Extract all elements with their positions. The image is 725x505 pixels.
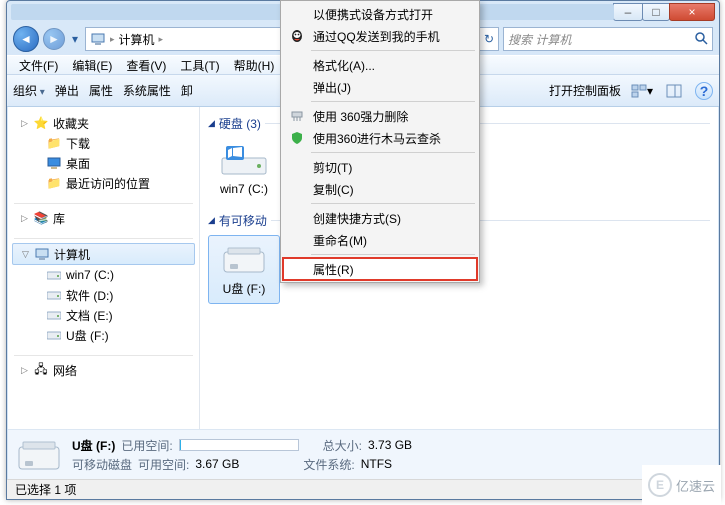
- maximize-button[interactable]: □: [642, 3, 670, 21]
- computer-icon: [34, 246, 50, 262]
- menu-edit[interactable]: 编辑(E): [66, 55, 118, 76]
- star-icon: ⭐: [33, 115, 49, 131]
- qq-icon: [289, 28, 305, 44]
- search-box[interactable]: 搜索 计算机: [503, 27, 713, 51]
- close-button[interactable]: ×: [669, 3, 715, 21]
- drive-win7[interactable]: win7 (C:): [208, 138, 280, 202]
- tree-computer[interactable]: ▽计算机: [12, 243, 195, 265]
- drive-icon: [220, 144, 268, 178]
- search-icon[interactable]: [694, 31, 708, 48]
- tree-drive-e[interactable]: 文档 (E:): [12, 305, 195, 325]
- usage-bar: [179, 439, 299, 451]
- shredder-icon: [289, 108, 305, 124]
- breadcrumb-root[interactable]: 计算机: [119, 31, 155, 48]
- ctx-separator: [311, 203, 475, 204]
- drive-usb[interactable]: U盘 (F:): [208, 235, 280, 304]
- nav-back-button[interactable]: ◄: [13, 26, 39, 52]
- minimize-button[interactable]: –: [613, 3, 643, 21]
- nav-history-dropdown[interactable]: ▾: [69, 27, 81, 51]
- menu-help[interactable]: 帮助(H): [228, 55, 281, 76]
- menu-view[interactable]: 查看(V): [120, 55, 172, 76]
- ctx-copy[interactable]: 复制(C): [283, 178, 477, 200]
- preview-pane-icon[interactable]: [663, 80, 685, 102]
- menu-file[interactable]: 文件(F): [13, 55, 64, 76]
- watermark-text: 亿速云: [676, 476, 715, 495]
- search-placeholder: 搜索 计算机: [508, 31, 571, 48]
- details-name: U盘 (F:): [72, 437, 115, 454]
- disclosure-icon: ◢: [208, 215, 215, 226]
- context-menu: 以便携式设备方式打开 通过QQ发送到我的手机 格式化(A)... 弹出(J) 使…: [280, 0, 480, 283]
- breadcrumb-chevron-icon[interactable]: ▸: [110, 34, 115, 45]
- watermark: E 亿速云: [642, 465, 721, 505]
- tree-drive-c[interactable]: win7 (C:): [12, 265, 195, 285]
- ctx-cut[interactable]: 剪切(T): [283, 156, 477, 178]
- toolbar-sysprops[interactable]: 系统属性: [123, 82, 171, 99]
- breadcrumb-chevron-icon[interactable]: ▸: [159, 34, 164, 45]
- status-text: 已选择 1 项: [15, 481, 76, 498]
- drive-icon: [46, 327, 62, 343]
- details-free-label: 可用空间:: [138, 456, 189, 473]
- details-free-value: 3.67 GB: [195, 457, 239, 471]
- network-icon: 🖧: [33, 362, 49, 378]
- tree-desktop[interactable]: 桌面: [12, 153, 195, 173]
- menu-tools[interactable]: 工具(T): [174, 55, 225, 76]
- details-total-value: 3.73 GB: [368, 438, 412, 452]
- toolbar-organize[interactable]: 组织: [13, 82, 45, 99]
- watermark-logo-icon: E: [648, 473, 672, 497]
- ctx-360-scan[interactable]: 使用360进行木马云查杀: [283, 127, 477, 149]
- ctx-open-portable[interactable]: 以便携式设备方式打开: [283, 3, 477, 25]
- details-fs-label: 文件系统:: [303, 456, 354, 473]
- ctx-rename[interactable]: 重命名(M): [283, 229, 477, 251]
- ctx-separator: [311, 50, 475, 51]
- ctx-separator: [311, 254, 475, 255]
- ctx-separator: [311, 101, 475, 102]
- tree-downloads[interactable]: 📁下载: [12, 133, 195, 153]
- tree-recent[interactable]: 📁最近访问的位置: [12, 173, 195, 193]
- ctx-360-delete[interactable]: 使用 360强力删除: [283, 105, 477, 127]
- ctx-send-qq[interactable]: 通过QQ发送到我的手机: [283, 25, 477, 47]
- computer-icon: [90, 31, 106, 47]
- toolbar-properties[interactable]: 属性: [89, 82, 113, 99]
- details-used-label: 已用空间:: [121, 437, 172, 454]
- details-pane: U盘 (F:) 已用空间: 总大小: 3.73 GB 可移动磁盘 可用空间: 3…: [8, 429, 718, 479]
- toolbar-eject[interactable]: 弹出: [55, 82, 79, 99]
- nav-tree: ▷⭐收藏夹 📁下载 桌面 📁最近访问的位置 ▷📚库 ▽计算机 win7 (C:)…: [8, 107, 200, 449]
- recent-icon: 📁: [46, 175, 62, 191]
- tree-drive-f[interactable]: U盘 (F:): [12, 325, 195, 345]
- tree-network[interactable]: ▷🖧网络: [12, 360, 195, 380]
- disclosure-icon: ◢: [208, 118, 215, 129]
- shield-360-icon: [289, 130, 305, 146]
- status-bar: 已选择 1 项: [7, 479, 719, 499]
- details-type: 可移动磁盘: [72, 456, 132, 473]
- toolbar-uninstall-truncated[interactable]: 卸: [181, 82, 193, 99]
- removable-drive-icon: [220, 242, 268, 276]
- downloads-icon: 📁: [46, 135, 62, 151]
- ctx-separator: [311, 152, 475, 153]
- refresh-icon[interactable]: ↻: [484, 32, 494, 46]
- desktop-icon: [46, 155, 62, 171]
- drive-icon: [46, 267, 62, 283]
- tree-favorites[interactable]: ▷⭐收藏夹: [12, 113, 195, 133]
- nav-forward-button[interactable]: ►: [43, 28, 65, 50]
- ctx-eject[interactable]: 弹出(J): [283, 76, 477, 98]
- view-mode-icon[interactable]: ▾: [631, 80, 653, 102]
- ctx-properties[interactable]: 属性(R): [283, 258, 477, 280]
- toolbar-ctrlpanel[interactable]: 打开控制面板: [549, 82, 621, 99]
- ctx-format[interactable]: 格式化(A)...: [283, 54, 477, 76]
- ctx-shortcut[interactable]: 创建快捷方式(S): [283, 207, 477, 229]
- tree-libraries[interactable]: ▷📚库: [12, 208, 195, 228]
- tree-drive-d[interactable]: 软件 (D:): [12, 285, 195, 305]
- details-fs-value: NTFS: [361, 457, 392, 471]
- drive-icon: [46, 307, 62, 323]
- removable-drive-icon: [16, 437, 62, 473]
- help-icon[interactable]: ?: [695, 82, 713, 100]
- libraries-icon: 📚: [33, 210, 49, 226]
- drive-icon: [46, 287, 62, 303]
- details-total-label: 总大小:: [323, 437, 362, 454]
